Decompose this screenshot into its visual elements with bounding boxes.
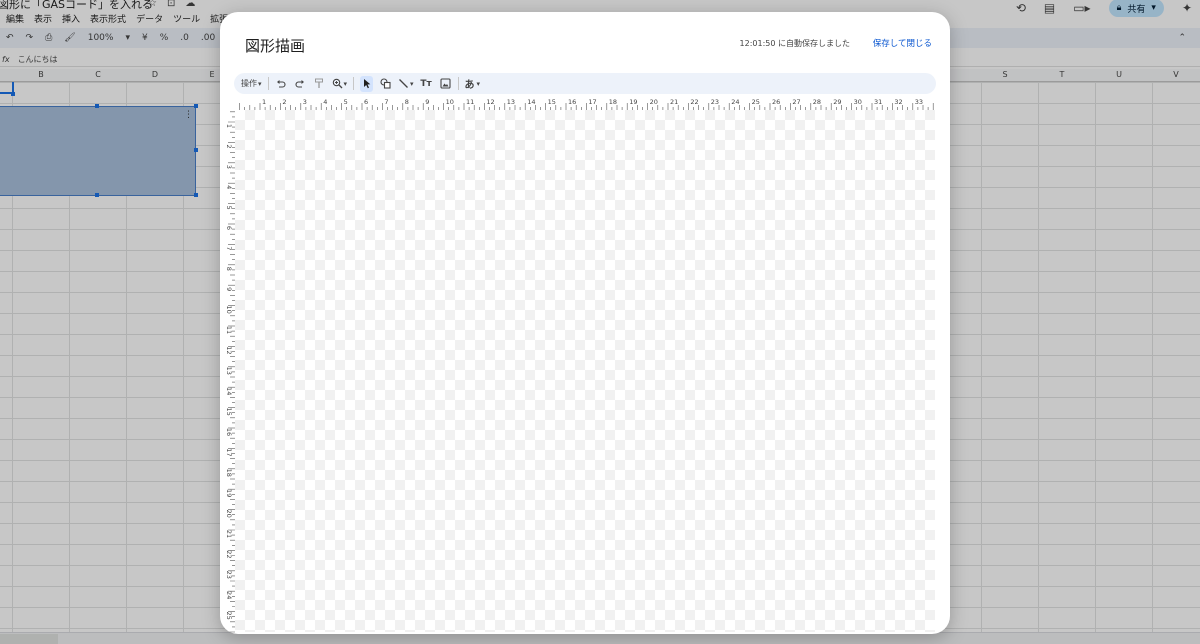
ruler-label: 20	[225, 509, 233, 517]
ruler-label: 14	[225, 387, 233, 395]
select-icon[interactable]	[360, 75, 374, 92]
textbox-icon[interactable]: Tт	[420, 76, 433, 92]
ruler-label: 2	[282, 98, 286, 106]
ruler-label: 22	[225, 550, 233, 558]
drawing-canvas[interactable]	[235, 110, 935, 632]
ruler-label: 1	[225, 124, 233, 128]
ruler-label: 14	[527, 98, 535, 106]
ruler-label: 1	[262, 98, 266, 106]
ruler-label: 12	[225, 346, 233, 354]
ruler-label: 31	[874, 98, 882, 106]
ruler-label: 9	[425, 98, 429, 106]
ruler-label: 24	[731, 98, 739, 106]
chevron-down-icon: ▾	[476, 79, 481, 88]
ruler-label: 6	[364, 98, 368, 106]
ruler-label: 9	[225, 287, 233, 291]
ruler-label: 29	[833, 98, 841, 106]
ruler-label: 17	[225, 448, 233, 456]
dialog-title: 図形描画	[245, 37, 306, 55]
horizontal-ruler: 1 2 3 4 5 6 7 8 9 10 11 12 13 14 15 16 17 18 19 20 21 22 23 24 2…	[239, 98, 934, 110]
wordart-icon: あ	[464, 80, 475, 91]
ruler-label: 19	[225, 489, 233, 497]
line-icon	[399, 79, 408, 88]
ruler-label: 3	[303, 98, 307, 106]
actions-menu[interactable]: 操作 ▾	[241, 76, 262, 92]
ruler-label: 30	[854, 98, 862, 106]
vertical-ruler: 1234567891011121314151617181920212223242…	[225, 111, 235, 633]
shape-icon[interactable]	[379, 76, 392, 92]
ruler-label: 20	[650, 98, 658, 106]
ruler-label: 25	[225, 611, 233, 619]
ruler-label: 13	[507, 98, 515, 106]
ruler-label: 27	[792, 98, 800, 106]
ruler-label: 15	[548, 98, 556, 106]
actions-label: 操作	[241, 79, 257, 88]
ruler-label: 25	[752, 98, 760, 106]
save-and-close-button[interactable]: 保存して閉じる	[873, 37, 932, 49]
ruler-label: 18	[225, 469, 233, 477]
ruler-label: 4	[323, 98, 327, 106]
toolbar-divider	[457, 77, 459, 90]
ruler-label: 19	[629, 98, 637, 106]
ruler-label: 11	[466, 98, 474, 106]
ruler-label: 12	[486, 98, 494, 106]
ruler-label: 7	[225, 246, 233, 250]
ruler-label: 15	[225, 407, 233, 415]
line-menu[interactable]: ▾	[398, 76, 414, 92]
ruler-label: 21	[670, 98, 678, 106]
ruler-label: 16	[225, 428, 233, 436]
ruler-label: 16	[568, 98, 576, 106]
autosave-status: 12:01:50 に自動保存しました	[739, 39, 850, 48]
ruler-label: 8	[405, 98, 409, 106]
ruler-label: 17	[588, 98, 596, 106]
ruler-label: 5	[225, 206, 233, 210]
ruler-label: 10	[446, 98, 454, 106]
ruler-label: 26	[772, 98, 780, 106]
toolbar-divider	[267, 77, 269, 90]
wordart-menu[interactable]: あ ▾	[465, 76, 481, 92]
zoom-icon	[332, 78, 342, 89]
ruler-label: 28	[813, 98, 821, 106]
ruler-label: 24	[225, 591, 233, 599]
image-icon[interactable]	[439, 76, 452, 92]
ruler-label: 23	[711, 98, 719, 106]
ruler-label: 3	[225, 165, 233, 169]
ruler-label: 22	[690, 98, 698, 106]
ruler-label: 6	[225, 226, 233, 230]
undo-icon[interactable]	[275, 76, 288, 92]
ruler-label: 5	[344, 98, 348, 106]
chevron-down-icon: ▾	[343, 79, 348, 88]
ruler-label: 11	[225, 326, 233, 334]
redo-icon[interactable]	[294, 76, 307, 92]
ruler-label: 8	[225, 267, 233, 271]
ruler-label: 4	[225, 185, 233, 189]
ruler-label: 13	[225, 367, 233, 375]
ruler-label: 7	[384, 98, 388, 106]
ruler-label: 10	[225, 305, 233, 313]
toolbar-divider	[353, 77, 355, 90]
ruler-label: 18	[609, 98, 617, 106]
ruler-label: 32	[894, 98, 902, 106]
ruler-label: 33	[915, 98, 923, 106]
ruler-label: 2	[225, 144, 233, 148]
drawing-dialog: 図形描画 12:01:50 に自動保存しました 保存して閉じる 操作 ▾ ▾ ▾…	[220, 12, 950, 634]
ruler-label: 21	[225, 530, 233, 538]
ruler-label: 23	[225, 571, 233, 579]
zoom-menu[interactable]: ▾	[332, 76, 348, 92]
drawing-toolbar: 操作 ▾ ▾ ▾ Tт あ ▾	[234, 73, 936, 94]
chevron-down-icon: ▾	[410, 79, 414, 88]
paint-format-icon[interactable]	[313, 76, 326, 92]
chevron-down-icon: ▾	[258, 79, 262, 88]
